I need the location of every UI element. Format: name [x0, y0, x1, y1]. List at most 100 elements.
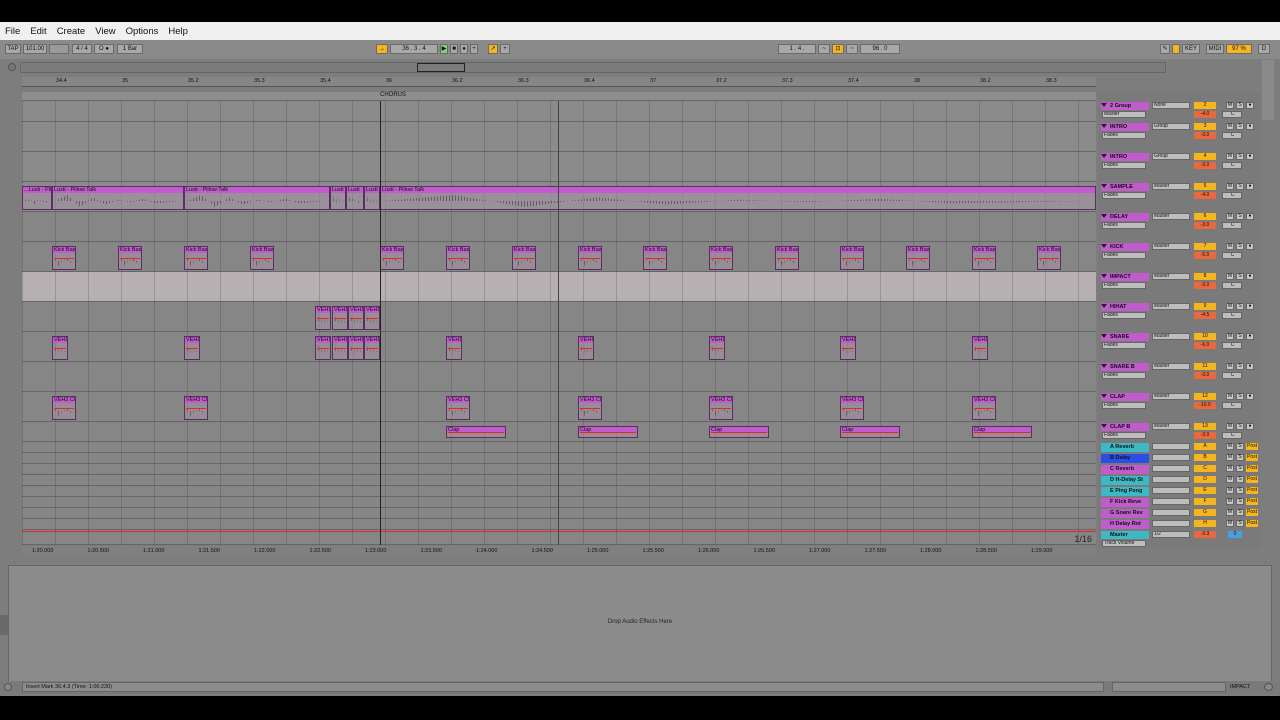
volume-field[interactable]: -5.0: [1194, 252, 1216, 259]
volume-field[interactable]: -3.0: [1194, 162, 1216, 169]
master-name[interactable]: Master: [1101, 531, 1149, 539]
pan-field[interactable]: C: [1222, 252, 1242, 259]
clip[interactable]: Kick Bas: [380, 246, 404, 270]
clip[interactable]: VEH1: [840, 336, 856, 360]
lane-return-c[interactable]: [22, 464, 1096, 475]
pan-field[interactable]: C: [1222, 402, 1242, 409]
return-letter[interactable]: F: [1194, 498, 1216, 505]
clip[interactable]: VEH1: [364, 336, 380, 360]
return-routing[interactable]: [1152, 476, 1190, 483]
track-button[interactable]: ●: [1246, 423, 1254, 430]
menu-edit[interactable]: Edit: [25, 26, 51, 37]
clip[interactable]: VEH1: [446, 336, 462, 360]
time-signature[interactable]: 4 / 4: [72, 44, 92, 54]
track-number[interactable]: 12: [1194, 393, 1216, 400]
clip-sample[interactable]: Lusti: [346, 186, 364, 210]
track-name[interactable]: INTRO: [1101, 153, 1149, 161]
clip-sample[interactable]: Lusti: [330, 186, 346, 210]
fold-icon[interactable]: [1101, 304, 1107, 308]
volume-field[interactable]: -3.0: [1194, 222, 1216, 229]
track-number[interactable]: 13: [1194, 423, 1216, 430]
track-button[interactable]: M: [1226, 153, 1234, 160]
pan-field[interactable]: C: [1222, 222, 1242, 229]
pan-field[interactable]: C: [1222, 432, 1242, 439]
tempo-field[interactable]: 101.00: [23, 44, 47, 54]
return-name[interactable]: G Snare Rev: [1101, 509, 1149, 518]
fold-icon[interactable]: [1101, 103, 1107, 107]
clip-sample[interactable]: Lusti - Pillow Talk: [380, 186, 1096, 210]
loop-start[interactable]: 1 . 4 .: [778, 44, 816, 54]
track-button[interactable]: M: [1226, 303, 1234, 310]
return-routing[interactable]: [1152, 465, 1190, 472]
fold-icon[interactable]: [1101, 424, 1107, 428]
return-name[interactable]: D H-Delay St: [1101, 476, 1149, 485]
input-routing[interactable]: Fades: [1102, 432, 1146, 439]
clip[interactable]: VEH3 Cl: [52, 396, 76, 420]
volume-field[interactable]: -4.0: [1194, 111, 1216, 118]
quantization-select[interactable]: 1 Bar: [117, 44, 143, 54]
track-button[interactable]: S: [1236, 363, 1244, 370]
overview-viewport[interactable]: [417, 63, 465, 72]
track-name[interactable]: SNARE B: [1101, 363, 1149, 371]
fold-icon[interactable]: [1101, 334, 1107, 338]
track-name[interactable]: CLAP B: [1101, 423, 1149, 431]
track-name[interactable]: INTRO: [1101, 123, 1149, 131]
return-button[interactable]: M: [1226, 443, 1234, 450]
track-volume-select[interactable]: Track Volume: [1102, 540, 1146, 547]
lane-delay[interactable]: [22, 212, 1096, 242]
clip[interactable]: VEH1: [315, 336, 331, 360]
punch-out-button[interactable]: ~: [846, 44, 858, 54]
output-routing[interactable]: Group: [1152, 123, 1190, 130]
track-button[interactable]: ●: [1246, 393, 1254, 400]
output-routing[interactable]: None: [1152, 102, 1190, 109]
track-number[interactable]: 8: [1194, 273, 1216, 280]
lane-intro-1[interactable]: [22, 122, 1096, 152]
lane-return-d[interactable]: [22, 475, 1096, 486]
follow-button[interactable]: →: [376, 44, 388, 54]
input-routing[interactable]: Fades: [1102, 192, 1146, 199]
clip[interactable]: VEH1: [578, 336, 594, 360]
track-number[interactable]: 5: [1194, 183, 1216, 190]
fold-icon[interactable]: [1101, 154, 1107, 158]
return-button[interactable]: S: [1236, 520, 1244, 527]
track-button[interactable]: ●: [1246, 183, 1254, 190]
track-button[interactable]: M: [1226, 273, 1234, 280]
overview-knob-icon[interactable]: [8, 63, 16, 71]
menu-file[interactable]: File: [0, 26, 25, 37]
track-number[interactable]: 11: [1194, 363, 1216, 370]
clip[interactable]: Kick Bas: [52, 246, 76, 270]
clip[interactable]: Kick Bas: [118, 246, 142, 270]
input-routing[interactable]: Fades: [1102, 222, 1146, 229]
input-routing[interactable]: Fades: [1102, 342, 1146, 349]
return-button[interactable]: M: [1226, 509, 1234, 516]
clip[interactable]: Kick Bas: [906, 246, 930, 270]
clip[interactable]: VEH1: [315, 306, 331, 330]
output-routing[interactable]: Master: [1152, 183, 1190, 190]
fold-icon[interactable]: [1101, 124, 1107, 128]
lane-return-e[interactable]: [22, 486, 1096, 497]
track-button[interactable]: S: [1236, 123, 1244, 130]
return-routing[interactable]: [1152, 498, 1190, 505]
info-toggle-icon[interactable]: [4, 683, 12, 691]
pan-field[interactable]: C: [1222, 372, 1242, 379]
track-name[interactable]: CLAP: [1101, 393, 1149, 401]
track-button[interactable]: ●: [1246, 102, 1254, 109]
post-button[interactable]: Post: [1246, 487, 1258, 494]
track-name[interactable]: SNARE: [1101, 333, 1149, 341]
clip-sample[interactable]: Lusti: [364, 186, 380, 210]
right-view-selector[interactable]: [1262, 60, 1274, 120]
clip[interactable]: Kick Bas: [709, 246, 733, 270]
volume-field[interactable]: -4.5: [1194, 312, 1216, 319]
pan-field[interactable]: C: [1222, 111, 1242, 118]
fold-icon[interactable]: [1101, 184, 1107, 188]
input-routing[interactable]: Fades: [1102, 402, 1146, 409]
track-button[interactable]: S: [1236, 423, 1244, 430]
clip-sample[interactable]: ...Lusti - Pil: [22, 186, 52, 210]
midi-map-label[interactable]: MIDI: [1206, 44, 1224, 54]
lane-master[interactable]: [22, 530, 1096, 545]
clip[interactable]: VEH3 Cl: [446, 396, 470, 420]
pan-field[interactable]: C: [1222, 342, 1242, 349]
track-button[interactable]: S: [1236, 153, 1244, 160]
fold-icon[interactable]: [1101, 214, 1107, 218]
track-button[interactable]: M: [1226, 333, 1234, 340]
